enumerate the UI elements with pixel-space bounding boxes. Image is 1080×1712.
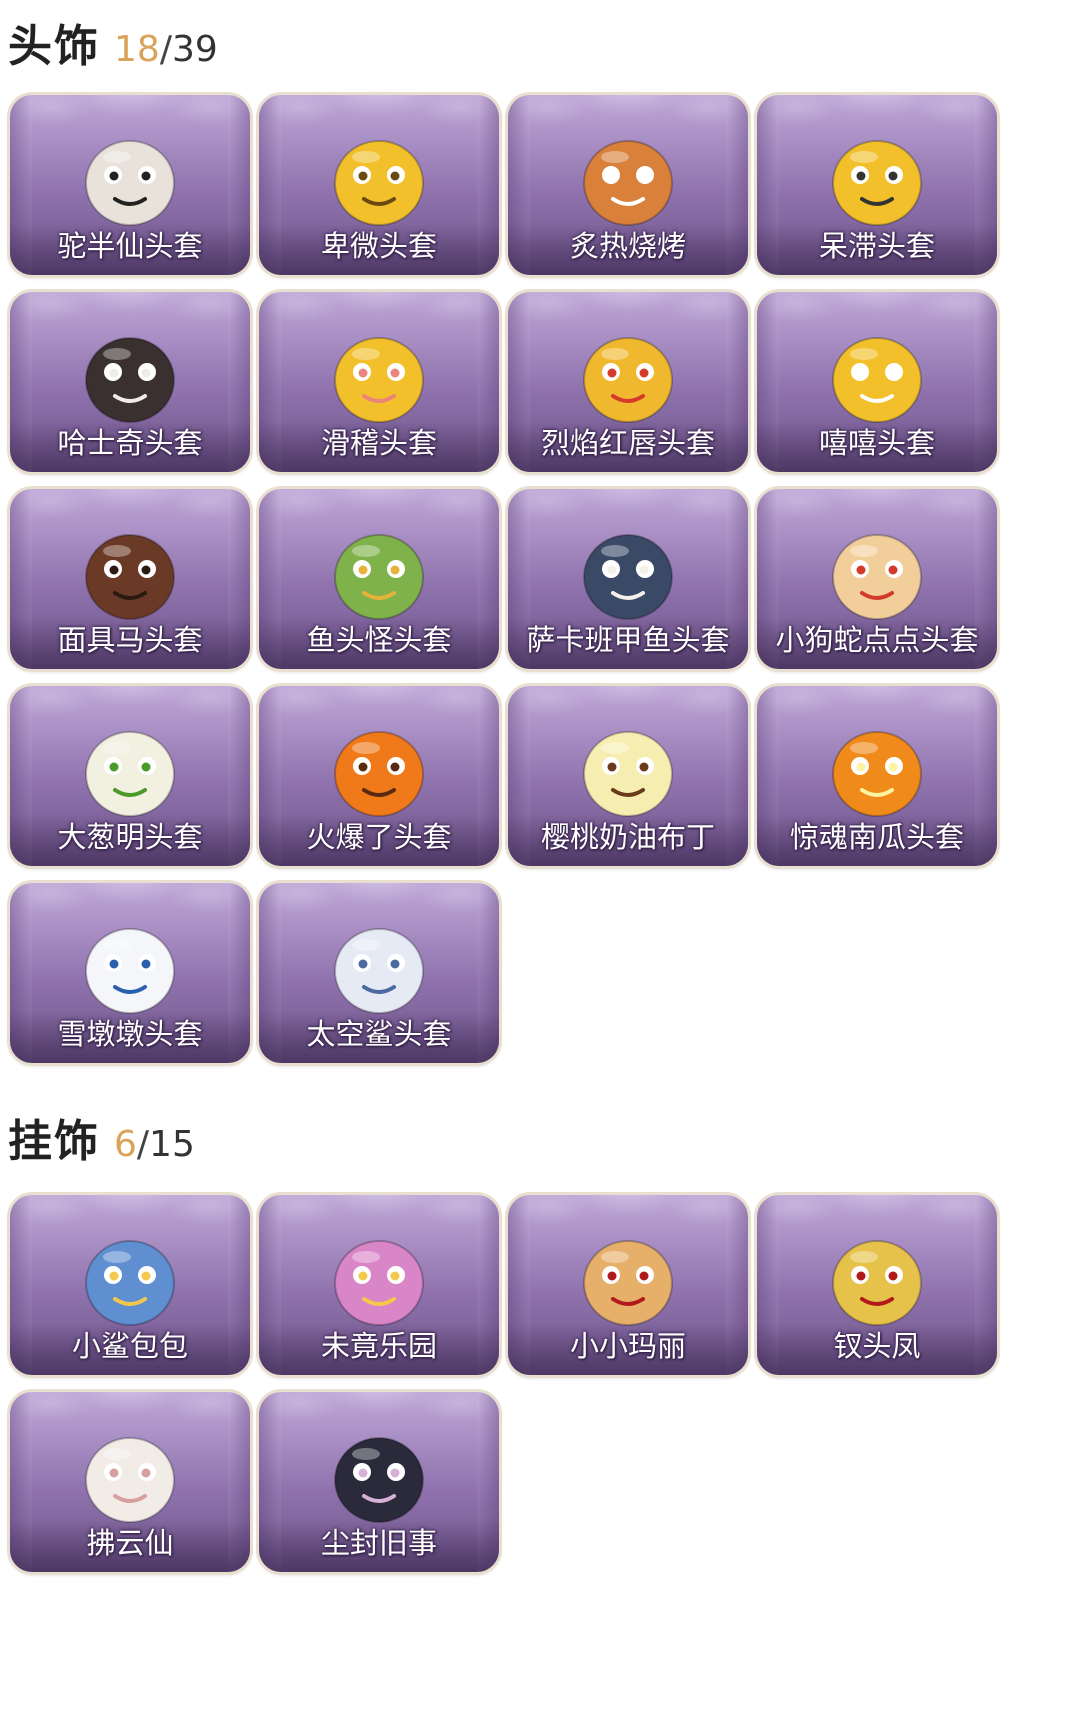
collection-count: 18/39 [114, 29, 218, 70]
item-card[interactable]: 未竟乐园 [259, 1195, 499, 1375]
grin-emoji-mask-icon [822, 320, 932, 430]
white-fairy-charm-icon [75, 1420, 185, 1530]
pendant-grid: 小鲨包包 未竟乐园 小小玛丽 钗头凤拂云仙 尘封旧事 [10, 1195, 1072, 1695]
count-separator: / [159, 29, 172, 70]
collection-count: 6/15 [114, 1124, 195, 1165]
item-name: 小鲨包包 [71, 1329, 188, 1363]
horse-mask-icon [75, 517, 185, 627]
pink-hair-doll-charm-icon [324, 1223, 434, 1333]
space-shark-mask-icon [324, 911, 434, 1021]
item-name: 樱桃奶油布丁 [540, 820, 715, 854]
item-name: 驼半仙头套 [57, 229, 203, 263]
phoenix-crown-doll-charm-icon [822, 1223, 932, 1333]
item-card[interactable]: 火爆了头套 [259, 686, 499, 866]
cherry-pudding-mask-icon [573, 714, 683, 824]
item-name: 炙热烧烤 [569, 229, 686, 263]
item-name: 烈焰红唇头套 [540, 426, 715, 460]
item-name: 呆滞头套 [818, 229, 935, 263]
item-card[interactable]: 小狗蛇点点头套 [757, 489, 997, 669]
item-name: 面具马头套 [57, 623, 203, 657]
fire-spirit-mask-icon [324, 714, 434, 824]
item-name: 拂云仙 [86, 1526, 174, 1560]
alpaca-sunglasses-mask-icon [75, 123, 185, 233]
shark-bag-charm-icon [75, 1223, 185, 1333]
item-card[interactable]: 嘻嘻头套 [757, 292, 997, 472]
item-card[interactable]: 炙热烧烤 [508, 95, 748, 275]
item-card[interactable]: 大葱明头套 [10, 686, 250, 866]
funny-emoji-mask-icon [324, 320, 434, 430]
item-card[interactable]: 钗头凤 [757, 1195, 997, 1375]
pikachu-style-mask-icon [573, 320, 683, 430]
item-card[interactable]: 太空鲨头套 [259, 883, 499, 1063]
item-card[interactable]: 卑微头套 [259, 95, 499, 275]
item-name: 火爆了头套 [306, 820, 452, 854]
item-name: 鱼头怪头套 [306, 623, 452, 657]
owned-count: 18 [114, 29, 160, 70]
owned-count: 6 [114, 1124, 137, 1165]
dog-snake-mask-icon [822, 517, 932, 627]
item-name: 萨卡班甲鱼头套 [526, 623, 730, 657]
item-card[interactable]: 拂云仙 [10, 1392, 250, 1572]
item-card[interactable]: 哈士奇头套 [10, 292, 250, 472]
snowman-reindeer-mask-icon [75, 911, 185, 1021]
bbq-toast-mask-icon [573, 123, 683, 233]
item-card[interactable]: 樱桃奶油布丁 [508, 686, 748, 866]
item-name: 尘封旧事 [320, 1526, 437, 1560]
sacabambaspis-mask-icon [573, 517, 683, 627]
total-count: 39 [171, 29, 218, 70]
item-card[interactable]: 滑稽头套 [259, 292, 499, 472]
item-card[interactable]: 尘封旧事 [259, 1392, 499, 1572]
item-card[interactable]: 鱼头怪头套 [259, 489, 499, 669]
item-card[interactable]: 面具马头套 [10, 489, 250, 669]
item-name: 小小玛丽 [569, 1329, 686, 1363]
item-name: 卑微头套 [320, 229, 437, 263]
green-onion-mask-icon [75, 714, 185, 824]
item-name: 未竟乐园 [320, 1329, 437, 1363]
item-card[interactable]: 萨卡班甲鱼头套 [508, 489, 748, 669]
pumpkin-mask-icon [822, 714, 932, 824]
item-card[interactable]: 小鲨包包 [10, 1195, 250, 1375]
item-name: 嘻嘻头套 [818, 426, 935, 460]
section-header-headwear: 头饰 18/39 [8, 10, 218, 74]
item-name: 哈士奇头套 [57, 426, 203, 460]
item-card[interactable]: 雪墩墩头套 [10, 883, 250, 1063]
blonde-doll-charm-icon [573, 1223, 683, 1333]
item-name: 小狗蛇点点头套 [775, 623, 979, 657]
item-name: 滑稽头套 [320, 426, 437, 460]
item-card[interactable]: 呆滞头套 [757, 95, 997, 275]
section-title: 头饰 [8, 21, 100, 72]
item-card[interactable]: 惊魂南瓜头套 [757, 686, 997, 866]
total-count: 15 [149, 1124, 195, 1165]
section-header-pendants: 挂饰 6/15 [8, 1105, 195, 1169]
item-name: 大葱明头套 [57, 820, 203, 854]
dazed-emoji-mask-icon [822, 123, 932, 233]
item-name: 雪墩墩头套 [57, 1017, 203, 1051]
fish-head-mask-icon [324, 517, 434, 627]
count-separator: / [136, 1124, 150, 1165]
dark-hair-doll-charm-icon [324, 1420, 434, 1530]
headwear-grid: 驼半仙头套 卑微头套 炙热烧烤 呆滞头套哈士奇头套 滑稽头套 烈焰红唇头套 嘻嘻头套面具马头… [10, 95, 1072, 1063]
humble-emoji-mask-icon [324, 123, 434, 233]
husky-sunglasses-mask-icon [75, 320, 185, 430]
item-name: 惊魂南瓜头套 [789, 820, 964, 854]
item-card[interactable]: 烈焰红唇头套 [508, 292, 748, 472]
section-title: 挂饰 [8, 1116, 100, 1167]
item-card[interactable]: 驼半仙头套 [10, 95, 250, 275]
item-name: 钗头凤 [833, 1329, 921, 1363]
item-card[interactable]: 小小玛丽 [508, 1195, 748, 1375]
item-name: 太空鲨头套 [306, 1017, 452, 1051]
